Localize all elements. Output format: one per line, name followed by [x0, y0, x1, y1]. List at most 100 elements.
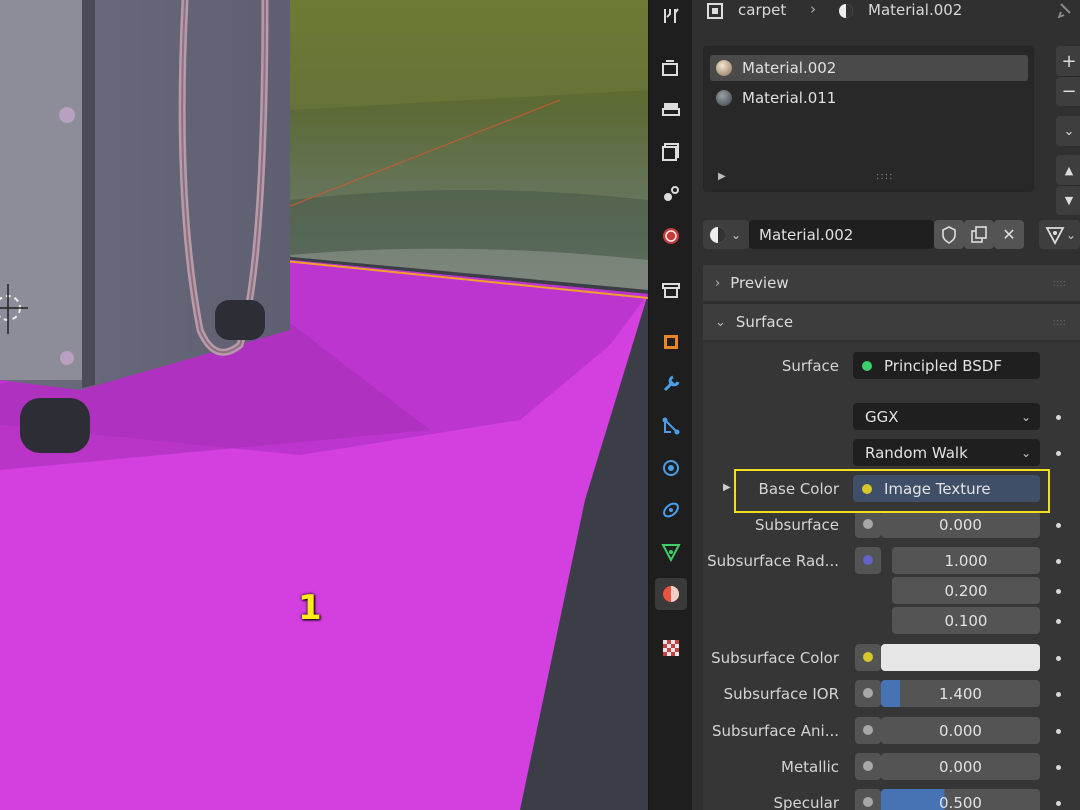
material-slot-label: Material.002 — [742, 59, 837, 77]
annotation-1: 1 — [298, 588, 322, 628]
shield-icon — [942, 225, 956, 244]
move-slot-down-button[interactable]: ▼ — [1056, 185, 1080, 215]
specular-field[interactable]: 0.500 — [881, 789, 1040, 810]
keyframe-dot[interactable] — [1056, 523, 1061, 528]
modifier-tab[interactable] — [655, 368, 687, 400]
browse-material-button[interactable]: ⌄ — [703, 220, 749, 249]
material-tab[interactable] — [655, 578, 687, 610]
expand-triangle-icon[interactable]: ▶ — [723, 482, 731, 493]
breadcrumb-object[interactable]: carpet — [738, 1, 786, 19]
surface-panel-body: Surface Principled BSDF GGX ⌄ Random Wal… — [703, 342, 1080, 810]
specular-socket[interactable] — [855, 789, 881, 810]
keyframe-dot[interactable] — [1056, 589, 1061, 594]
scene-tab[interactable] — [655, 178, 687, 210]
metallic-socket[interactable] — [855, 753, 881, 780]
drag-grip-icon[interactable]: :::: — [1053, 278, 1066, 289]
chevron-down-icon: ⌄ — [715, 314, 726, 330]
world-tab[interactable] — [655, 220, 687, 252]
subsurface-ior-field[interactable]: 1.400 — [881, 680, 1040, 707]
metallic-field[interactable]: 0.000 — [881, 753, 1040, 780]
chevron-down-icon: ⌄ — [731, 227, 742, 242]
keyframe-dot[interactable] — [1056, 451, 1061, 456]
scene-icon — [664, 186, 679, 201]
keyframe-dot[interactable] — [1056, 559, 1061, 564]
fake-user-button[interactable] — [934, 220, 964, 249]
subsurface-radius-z-field[interactable]: 0.100 — [892, 607, 1040, 634]
subsurface-anisotropy-socket[interactable] — [855, 717, 881, 744]
keyframe-dot[interactable] — [1056, 765, 1061, 770]
highlight-box — [734, 469, 1050, 513]
move-slot-up-button[interactable]: ▲ — [1056, 155, 1080, 185]
constraints-tab[interactable] — [655, 494, 687, 526]
color-socket-icon — [863, 652, 873, 662]
distribution-dropdown[interactable]: GGX ⌄ — [853, 403, 1040, 430]
slot-specials-button[interactable]: ⌄ — [1056, 116, 1080, 146]
keyframe-dot[interactable] — [1056, 692, 1061, 697]
duplicate-button[interactable] — [964, 220, 994, 249]
breadcrumb-separator-icon: › — [810, 0, 816, 18]
keyframe-dot[interactable] — [1056, 656, 1061, 661]
breadcrumb: carpet › Material.002 — [692, 0, 1080, 28]
breadcrumb-material[interactable]: Material.002 — [868, 1, 962, 19]
constraint-icon — [663, 502, 679, 518]
printer-icon — [662, 103, 680, 116]
metallic-label: Metallic — [781, 758, 839, 776]
subsurface-socket[interactable] — [855, 511, 881, 538]
image-icon — [662, 143, 679, 161]
data-tab[interactable] — [655, 536, 687, 568]
subsurface-field[interactable]: 0.000 — [881, 511, 1040, 538]
tool-tab[interactable] — [655, 0, 687, 32]
chevron-down-icon: ⌄ — [1020, 445, 1031, 460]
pin-icon[interactable] — [1056, 2, 1072, 18]
specular-label: Specular — [773, 794, 839, 810]
subsurface-radius-y-field[interactable]: 0.200 — [892, 577, 1040, 604]
subsurface-anisotropy-field[interactable]: 0.000 — [881, 717, 1040, 744]
expand-triangle-icon[interactable]: ▶ — [718, 171, 726, 182]
resize-grip-icon[interactable]: :::: — [876, 171, 893, 182]
keyframe-dot[interactable] — [1056, 415, 1061, 420]
physics-tab[interactable] — [655, 452, 687, 484]
viewport-scene — [0, 0, 648, 810]
render-tab[interactable] — [655, 52, 687, 84]
3d-viewport[interactable]: 1 — [0, 0, 648, 810]
value-socket-icon — [863, 797, 873, 807]
subsurface-method-dropdown[interactable]: Random Walk ⌄ — [853, 439, 1040, 466]
drag-grip-icon[interactable]: :::: — [1053, 317, 1066, 328]
material-slot-item[interactable]: Material.002 — [710, 55, 1028, 81]
subsurface-color-socket[interactable] — [855, 644, 881, 671]
chevron-down-icon: ⌄ — [1066, 227, 1077, 242]
output-tab[interactable] — [655, 94, 687, 126]
texture-tab[interactable] — [655, 632, 687, 664]
unlink-button[interactable]: ✕ — [994, 220, 1024, 249]
subsurface-radius-x-field[interactable]: 1.000 — [892, 547, 1040, 574]
material-slot-list[interactable]: Material.002 Material.011 ▶ :::: — [703, 46, 1034, 192]
value-socket-icon — [863, 688, 873, 698]
checker-icon — [663, 640, 679, 656]
particles-tab[interactable] — [655, 410, 687, 442]
object-tab[interactable] — [655, 326, 687, 358]
view-layer-tab[interactable] — [655, 136, 687, 168]
keyframe-dot[interactable] — [1056, 729, 1061, 734]
vector-socket-icon — [863, 555, 873, 565]
surface-panel-header[interactable]: ⌄ Surface :::: — [703, 304, 1080, 340]
value-socket-icon — [863, 519, 873, 529]
surface-shader-field[interactable]: Principled BSDF — [853, 352, 1040, 379]
material-name-field[interactable]: Material.002 — [749, 220, 934, 249]
material-ball-icon — [716, 60, 732, 76]
keyframe-dot[interactable] — [1056, 619, 1061, 624]
link-mode-button[interactable]: ⌄ — [1039, 220, 1080, 249]
material-icon — [710, 226, 726, 243]
subsurface-radius-socket[interactable] — [855, 547, 881, 574]
collection-icon — [662, 283, 680, 298]
mesh-data-icon — [661, 544, 681, 562]
subsurface-color-swatch[interactable] — [881, 644, 1040, 671]
remove-slot-button[interactable]: − — [1056, 76, 1080, 106]
shader-socket-icon — [862, 360, 872, 371]
keyframe-dot[interactable] — [1056, 801, 1061, 806]
preview-panel-header[interactable]: › Preview :::: — [703, 265, 1080, 301]
add-slot-button[interactable]: + — [1056, 46, 1080, 76]
subsurface-ior-socket[interactable] — [855, 680, 881, 707]
collection-tab[interactable] — [655, 274, 687, 306]
material-slot-item[interactable]: Material.011 — [710, 85, 1028, 111]
close-icon: ✕ — [1002, 225, 1016, 244]
